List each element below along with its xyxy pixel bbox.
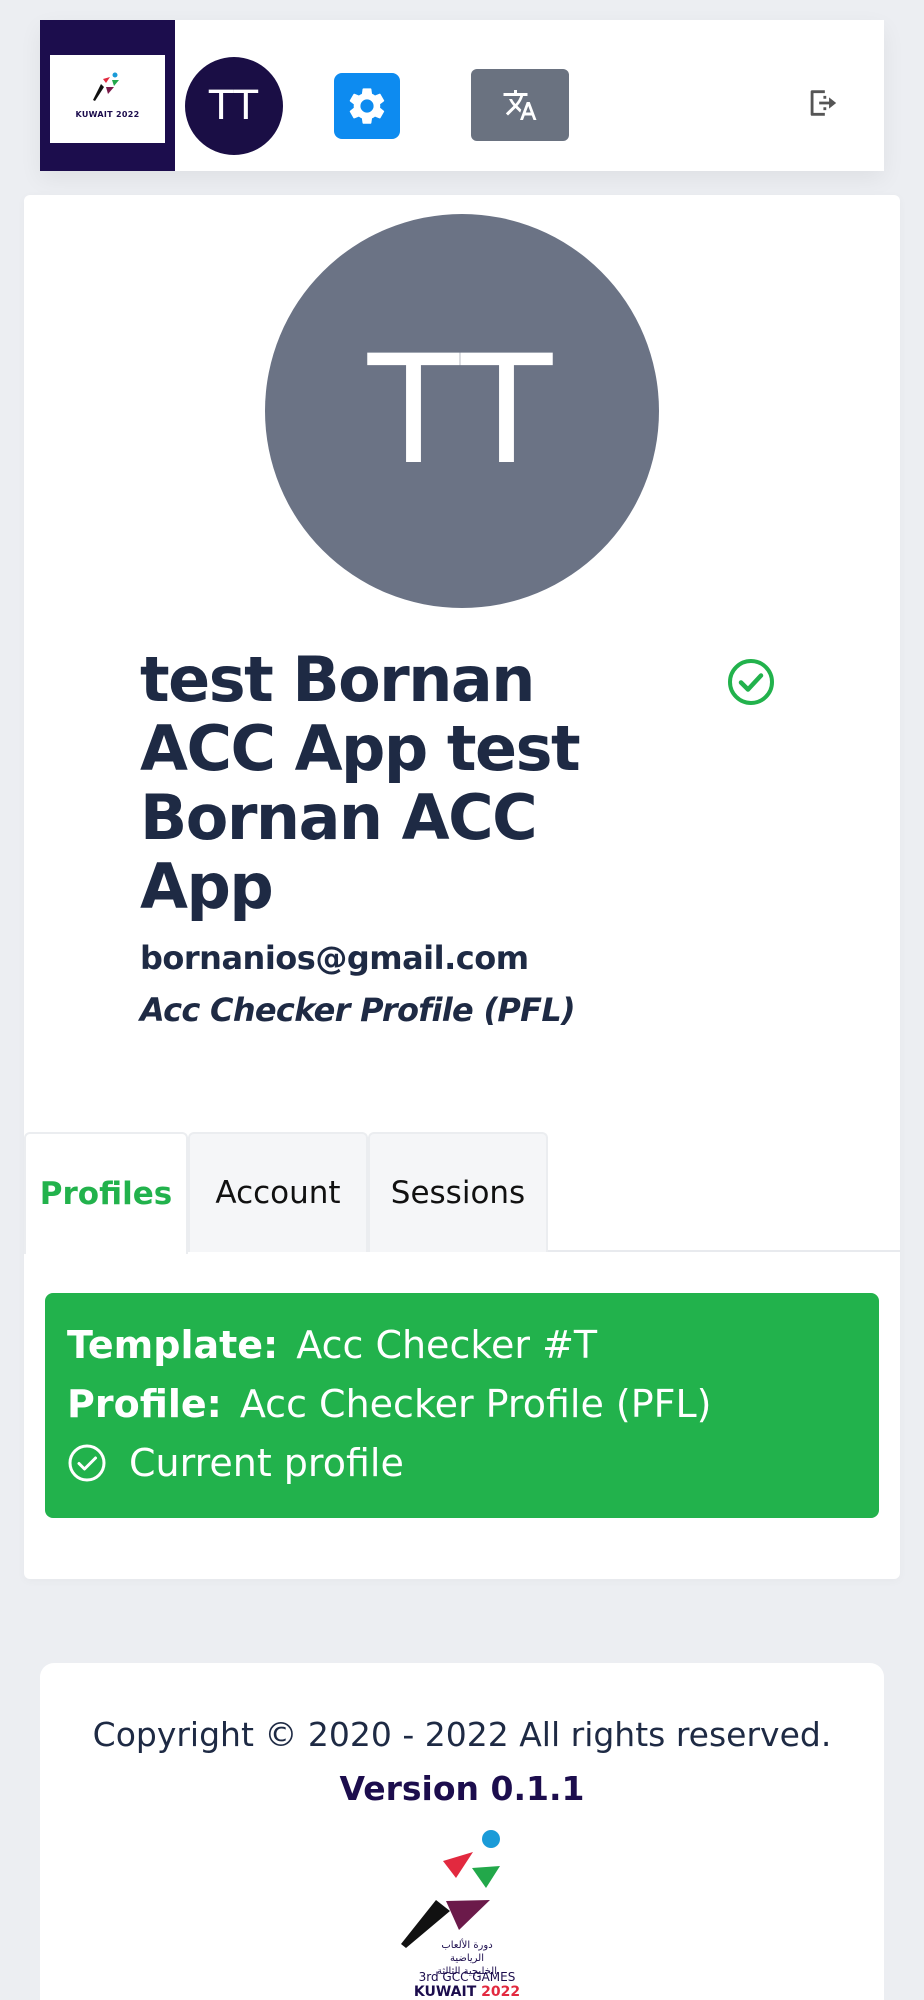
app-logo[interactable]: KUWAIT 2022 [40,20,175,171]
translate-icon [503,90,537,120]
template-value: Acc Checker #T [296,1322,598,1367]
check-circle-icon [68,1444,106,1481]
profile-value: Acc Checker Profile (PFL) [239,1381,712,1426]
logout-icon [810,90,837,116]
profile-card: TT test Bornan ACC App test Bornan ACC A… [24,195,900,1579]
template-label: Template: [67,1322,279,1367]
logo-emblem-icon [93,72,119,101]
profile-tabs: Profiles Account Sessions [24,1132,900,1254]
version-text: Version 0.1.1 [339,1769,585,1808]
footer: Copyright © 2020 - 2022 All rights reser… [40,1663,884,2000]
template-row: Template: Acc Checker #T [67,1315,879,1374]
profile-label: Profile: [67,1381,222,1426]
settings-button[interactable] [334,73,400,139]
profile-avatar: TT [265,214,659,608]
current-profile-card[interactable]: Template: Acc Checker #T Profile: Acc Ch… [45,1293,879,1518]
user-avatar[interactable]: TT [185,57,283,155]
gear-icon [349,88,385,124]
current-profile-status: Current profile [67,1433,879,1492]
logo-image: KUWAIT 2022 [50,55,165,143]
language-button[interactable] [471,69,569,141]
profile-name: test Bornan ACC App test Bornan ACC App [140,643,581,923]
top-navbar: KUWAIT 2022 TT [40,20,884,171]
logo-games-text: 3rd GCC GAMES [418,1970,516,1984]
logo-text: KUWAIT 2022 [75,110,140,119]
tab-account[interactable]: Account [188,1132,368,1252]
logout-button[interactable] [802,83,842,123]
current-profile-text: Current profile [129,1440,404,1485]
verified-check-icon [728,659,774,705]
profile-email: bornanios@gmail.com [140,939,529,977]
logo-kuwait-text: KUWAIT 2022 [413,1984,521,2000]
logo-caption: 3rd GCC GAMES KUWAIT 2022 [412,1970,522,2000]
profile-row: Profile: Acc Checker Profile (PFL) [67,1374,879,1433]
copyright-text: Copyright © 2020 - 2022 All rights reser… [92,1715,832,1754]
tab-sessions[interactable]: Sessions [368,1132,548,1252]
tab-profiles[interactable]: Profiles [24,1132,188,1254]
profile-type: Acc Checker Profile (PFL) [140,991,576,1029]
